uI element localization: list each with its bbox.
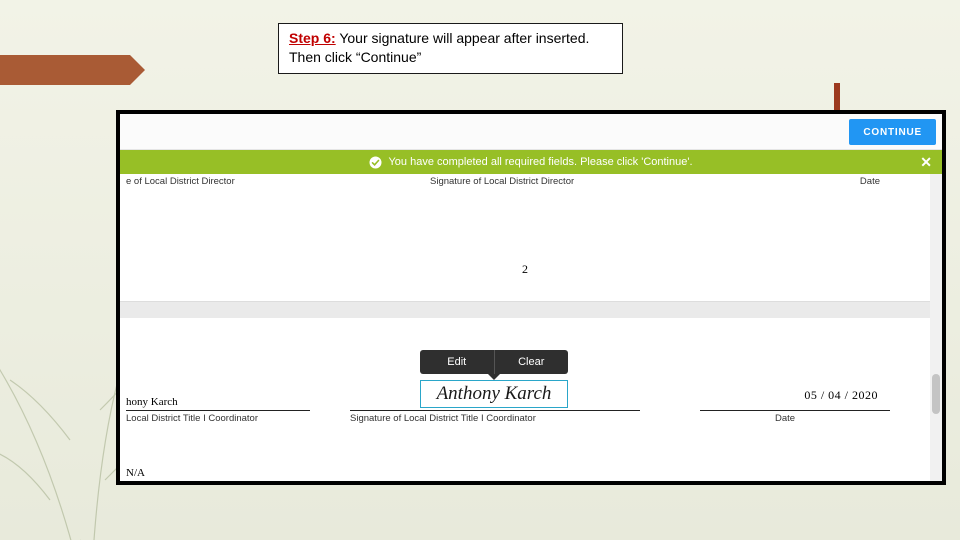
typed-name: hony Karch [126,396,178,408]
success-banner: You have completed all required fields. … [120,150,942,174]
top-toolbar: CONTINUE [120,114,942,150]
clear-button[interactable]: Clear [495,350,569,374]
step-label: Step 6: [289,30,336,46]
doc-page-1-bottom: e of Local District Director Signature o… [120,174,930,302]
close-icon[interactable]: ✕ [920,154,932,171]
scrollbar-thumb[interactable] [932,374,940,414]
check-icon [369,156,382,169]
doc-page-2-top: Edit Clear Anthony Karch 05 / 04 / 2020 … [120,318,930,481]
date-value: 05 / 04 / 2020 [804,388,878,403]
step-instruction-box: Step 6: Your signature will appear after… [278,23,623,74]
p1-col1-label: e of Local District Director [120,176,430,187]
edit-button[interactable]: Edit [420,350,494,374]
banner-message: You have completed all required fields. … [388,156,692,168]
signature-field[interactable]: Anthony Karch [420,380,568,408]
signature-value: Anthony Karch [437,383,552,405]
page-gap [120,302,930,318]
sig-col2-label: Signature of Local District Title I Coor… [350,413,536,424]
p1-col3-label: Date [720,176,910,187]
p1-col2-label: Signature of Local District Director [430,176,720,187]
page-number: 2 [120,262,930,277]
continue-button[interactable]: CONTINUE [849,119,936,145]
signature-tooltip: Edit Clear [420,350,568,374]
decorative-tag [0,55,130,85]
sig-col1-label: Local District Title I Coordinator [126,413,258,424]
na-text: N/A [126,467,145,479]
screenshot-frame: CONTINUE You have completed all required… [116,110,946,485]
document-viewport: e of Local District Director Signature o… [120,174,942,481]
sig-col3-label: Date [775,413,795,424]
